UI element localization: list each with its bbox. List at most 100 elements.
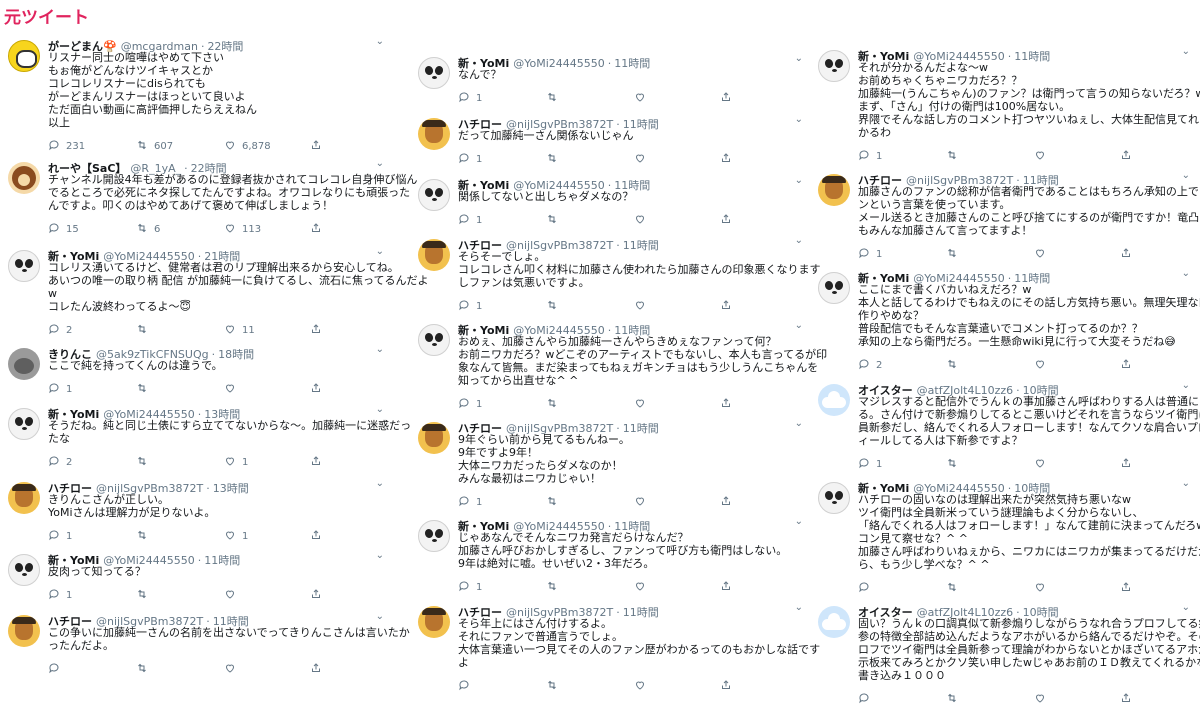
retweet-button[interactable]: 6 — [136, 222, 160, 237]
share-button[interactable] — [310, 529, 322, 544]
avatar[interactable] — [818, 606, 850, 638]
share-button[interactable] — [1120, 581, 1132, 596]
avatar[interactable] — [418, 606, 450, 638]
avatar[interactable] — [818, 272, 850, 304]
avatar[interactable] — [8, 348, 40, 380]
like-button[interactable]: 113 — [224, 222, 261, 237]
chevron-down-icon[interactable]: ⌄ — [1182, 268, 1190, 279]
like-button[interactable] — [1034, 457, 1052, 472]
reply-button[interactable] — [48, 662, 66, 677]
like-button[interactable] — [634, 679, 652, 694]
reply-button[interactable]: 1 — [858, 149, 882, 164]
avatar[interactable] — [418, 57, 450, 89]
chevron-down-icon[interactable]: ⌄ — [1182, 380, 1190, 391]
chevron-down-icon[interactable]: ⌄ — [795, 418, 803, 429]
avatar[interactable] — [8, 40, 40, 72]
share-button[interactable] — [1120, 149, 1132, 164]
share-button[interactable] — [720, 91, 732, 106]
avatar[interactable] — [818, 50, 850, 82]
share-button[interactable] — [720, 152, 732, 167]
like-button[interactable] — [634, 91, 652, 106]
share-button[interactable] — [720, 213, 732, 228]
chevron-down-icon[interactable]: ⌄ — [1182, 46, 1190, 57]
retweet-button[interactable] — [546, 213, 564, 228]
reply-button[interactable] — [858, 581, 876, 596]
chevron-down-icon[interactable]: ⌄ — [376, 550, 384, 561]
share-button[interactable] — [720, 397, 732, 412]
retweet-button[interactable] — [946, 149, 964, 164]
share-button[interactable] — [310, 588, 322, 603]
avatar[interactable] — [818, 174, 850, 206]
retweet-button[interactable] — [136, 323, 154, 338]
chevron-down-icon[interactable]: ⌄ — [1182, 170, 1190, 181]
avatar[interactable] — [818, 482, 850, 514]
avatar[interactable] — [8, 408, 40, 440]
avatar[interactable] — [418, 324, 450, 356]
like-button[interactable] — [224, 382, 242, 397]
avatar[interactable] — [8, 482, 40, 514]
reply-button[interactable]: 1 — [48, 529, 72, 544]
share-button[interactable] — [1120, 358, 1132, 373]
retweet-button[interactable] — [136, 662, 154, 677]
retweet-button[interactable] — [946, 457, 964, 472]
reply-button[interactable]: 1 — [458, 397, 482, 412]
chevron-down-icon[interactable]: ⌄ — [376, 36, 384, 47]
retweet-button[interactable] — [946, 692, 964, 707]
avatar[interactable] — [418, 520, 450, 552]
reply-button[interactable] — [858, 692, 876, 707]
share-button[interactable] — [720, 299, 732, 314]
reply-button[interactable]: 231 — [48, 139, 85, 154]
reply-button[interactable]: 1 — [458, 580, 482, 595]
avatar[interactable] — [418, 239, 450, 271]
chevron-down-icon[interactable]: ⌄ — [795, 235, 803, 246]
retweet-button[interactable] — [946, 358, 964, 373]
share-button[interactable] — [1120, 247, 1132, 262]
reply-button[interactable]: 2 — [858, 358, 882, 373]
share-button[interactable] — [720, 495, 732, 510]
chevron-down-icon[interactable]: ⌄ — [1182, 478, 1190, 489]
reply-button[interactable] — [458, 679, 476, 694]
retweet-button[interactable] — [136, 529, 154, 544]
like-button[interactable] — [224, 588, 242, 603]
like-button[interactable]: 1 — [224, 529, 248, 544]
share-button[interactable] — [310, 222, 322, 237]
share-button[interactable] — [310, 382, 322, 397]
reply-button[interactable]: 1 — [458, 495, 482, 510]
chevron-down-icon[interactable]: ⌄ — [795, 175, 803, 186]
chevron-down-icon[interactable]: ⌄ — [1182, 602, 1190, 613]
avatar[interactable] — [418, 118, 450, 150]
like-button[interactable] — [224, 662, 242, 677]
avatar[interactable] — [8, 162, 40, 194]
share-button[interactable] — [310, 139, 322, 154]
chevron-down-icon[interactable]: ⌄ — [376, 478, 384, 489]
like-button[interactable] — [634, 152, 652, 167]
share-button[interactable] — [1120, 457, 1132, 472]
like-button[interactable] — [634, 580, 652, 595]
retweet-button[interactable] — [546, 580, 564, 595]
chevron-down-icon[interactable]: ⌄ — [795, 320, 803, 331]
chevron-down-icon[interactable]: ⌄ — [376, 344, 384, 355]
chevron-down-icon[interactable]: ⌄ — [376, 158, 384, 169]
chevron-down-icon[interactable]: ⌄ — [795, 53, 803, 64]
like-button[interactable]: 1 — [224, 455, 248, 470]
share-button[interactable] — [310, 455, 322, 470]
like-button[interactable] — [1034, 581, 1052, 596]
chevron-down-icon[interactable]: ⌄ — [795, 114, 803, 125]
reply-button[interactable]: 2 — [48, 323, 72, 338]
like-button[interactable] — [1034, 247, 1052, 262]
like-button[interactable] — [1034, 149, 1052, 164]
share-button[interactable] — [720, 679, 732, 694]
share-button[interactable] — [310, 323, 322, 338]
retweet-button[interactable] — [546, 397, 564, 412]
avatar[interactable] — [8, 554, 40, 586]
share-button[interactable] — [1120, 692, 1132, 707]
reply-button[interactable]: 1 — [858, 247, 882, 262]
chevron-down-icon[interactable]: ⌄ — [376, 611, 384, 622]
retweet-button[interactable] — [946, 247, 964, 262]
retweet-button[interactable] — [546, 91, 564, 106]
like-button[interactable] — [1034, 692, 1052, 707]
retweet-button[interactable] — [546, 152, 564, 167]
retweet-button[interactable] — [136, 382, 154, 397]
share-button[interactable] — [720, 580, 732, 595]
like-button[interactable]: 6,878 — [224, 139, 271, 154]
